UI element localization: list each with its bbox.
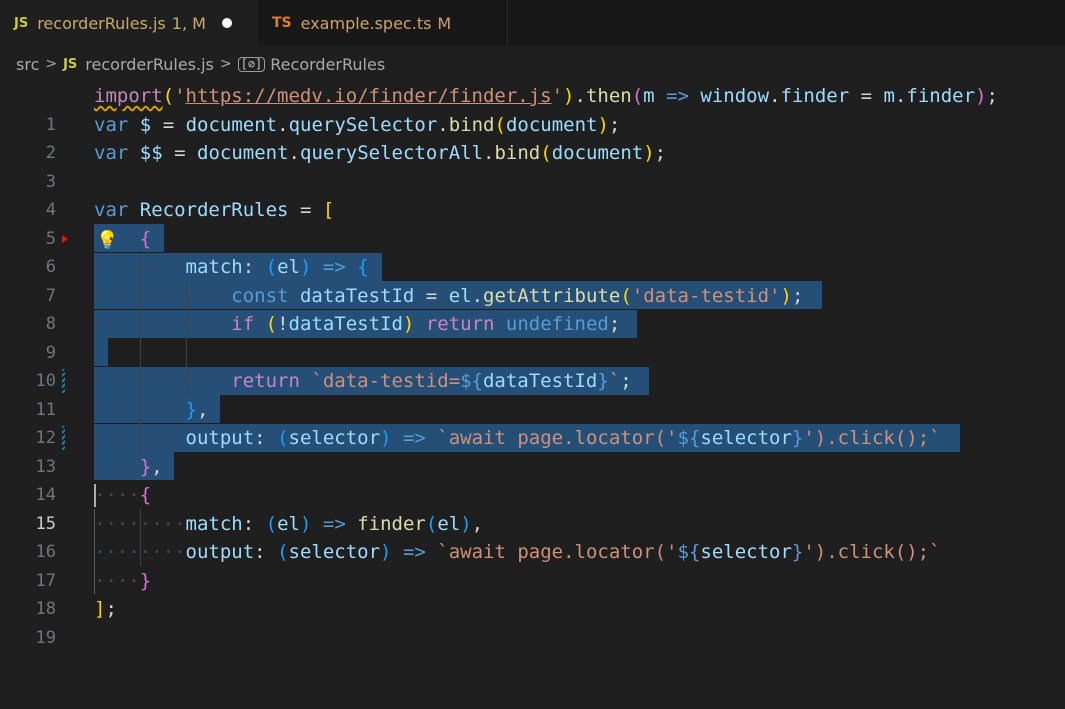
js-file-icon: JS (14, 15, 29, 31)
breakpoint-arrow-icon[interactable] (62, 234, 68, 243)
code-token: if (231, 313, 255, 335)
code-line-17: 17 ········output: (selector) => `await … (0, 538, 1065, 591)
code-token: window (700, 85, 770, 107)
code-line-6: 6 💡 ·· { (0, 225, 1065, 278)
code-token: m (883, 85, 895, 107)
code-line-18: 18 ····} (0, 567, 1065, 620)
code-token: match (185, 256, 243, 278)
code-token: bind (494, 142, 541, 164)
code-token: `await page.locator(' (437, 541, 678, 563)
unsaved-dot-icon[interactable] (221, 18, 232, 28)
code-token: getAttribute (483, 284, 621, 307)
tab-label: example.spec.ts (300, 13, 432, 33)
code-token: then (585, 85, 632, 107)
code-token: bind (448, 113, 495, 136)
code-line-2: 2 var $ = document.querySelector.bind(do… (0, 111, 1065, 164)
tab-status: 1, M (171, 13, 206, 33)
code-line-3: 3 var $$ = document.querySelectorAll.bin… (0, 139, 1065, 192)
breadcrumb-folder[interactable]: src (16, 55, 39, 74)
code-token: var (94, 142, 129, 164)
code-token: dataTestId (482, 370, 598, 392)
code-line-19: 19 ]; (0, 595, 1065, 648)
code-token: document (551, 142, 644, 164)
code-editor[interactable]: 1 import('https://medv.io/finder/finder.… (0, 82, 1065, 648)
chevron-right-icon: > (45, 56, 58, 72)
code-line-7: 7 ········match: (el) => { (0, 253, 1065, 306)
code-line-9: 9 ············if (!dataTestId) return un… (0, 310, 1065, 363)
code-token: el (448, 284, 472, 307)
code-token: match (185, 512, 243, 535)
code-token: `await page.locator(' (437, 427, 678, 449)
code-token: selector (700, 427, 792, 449)
code-line-10: 10 (0, 339, 1065, 391)
code-token: ').click();` (803, 427, 941, 449)
tab-bar: JS recorderRules.js 1, M TS example.spec… (0, 0, 1065, 46)
code-token: var (94, 113, 129, 136)
code-token: querySelectorAll (300, 142, 484, 164)
import-keyword: import (94, 85, 163, 107)
code-token: RecorderRules (139, 199, 289, 221)
tab-recorderrules-js[interactable]: JS recorderRules.js 1, M (0, 0, 258, 46)
code-line-13: 13 ········output: (selector) => `await … (0, 424, 1065, 477)
code-token: finder (906, 85, 976, 107)
code-token: `data-testid= (311, 370, 461, 392)
code-token: 'data-testid' (631, 284, 781, 307)
code-line-16: 16 ········match: (el) => finder(el), (0, 510, 1065, 563)
breadcrumb: src > JS recorderRules.js > [⊘] Recorder… (0, 46, 1065, 82)
code-line-8: 8 ············const dataTestId = el.getA… (0, 282, 1065, 335)
code-token: finder (780, 85, 850, 107)
code-token: return (425, 313, 495, 335)
code-line-12: 12 ········}, (0, 396, 1065, 449)
code-token: $ (139, 113, 152, 136)
code-line-4: 4 (0, 168, 1065, 220)
url-link[interactable]: https://medv.io/finder/finder.js (186, 85, 552, 107)
code-token: ` (608, 370, 621, 392)
code-line-11: 11 ············return `data-testid=${dat… (0, 367, 1065, 420)
code-token: dataTestId (299, 284, 415, 307)
code-token: $$ (139, 142, 163, 164)
code-line-5: 5 var RecorderRules = [ (0, 196, 1065, 249)
code-token: output (185, 427, 255, 449)
modified-line-indicator[interactable] (62, 369, 65, 393)
code-token: document (505, 113, 598, 136)
tab-label: recorderRules.js (37, 13, 166, 33)
ts-file-icon: TS (272, 15, 292, 31)
modified-line-indicator[interactable] (62, 426, 65, 450)
code-token: ').click();` (803, 541, 941, 563)
code-token: var (94, 199, 129, 221)
code-token: selector (288, 427, 381, 449)
line-number: 19 (35, 627, 56, 648)
code-token: el (437, 512, 461, 535)
code-line-15: 15 ····{ (0, 481, 1065, 534)
code-token: finder (357, 512, 426, 535)
code-line-14: 14 ····}, (0, 453, 1065, 506)
code-token: querySelector (288, 113, 438, 136)
code-token: document (197, 142, 289, 164)
code-token: m (643, 85, 655, 107)
code-token: document (185, 113, 278, 136)
code-line-1: 1 import('https://medv.io/finder/finder.… (0, 82, 1065, 135)
code-token: return (231, 370, 300, 392)
code-token: selector (700, 541, 792, 563)
code-token: output (185, 541, 255, 563)
tab-example-spec-ts[interactable]: TS example.spec.ts M (258, 0, 508, 46)
js-file-icon: JS (63, 56, 78, 72)
code-token: selector (288, 541, 381, 563)
breadcrumb-file[interactable]: recorderRules.js (85, 55, 214, 74)
chevron-right-icon: > (219, 56, 232, 72)
code-token: dataTestId (288, 313, 403, 335)
code-token: el (277, 256, 300, 278)
code-token: const (231, 284, 289, 307)
symbol-variable-icon: [⊘] (237, 56, 266, 72)
code-token: undefined (505, 313, 609, 335)
breadcrumb-symbol[interactable]: RecorderRules (270, 55, 385, 74)
code-token: el (277, 512, 300, 535)
tab-status: M (437, 13, 452, 33)
